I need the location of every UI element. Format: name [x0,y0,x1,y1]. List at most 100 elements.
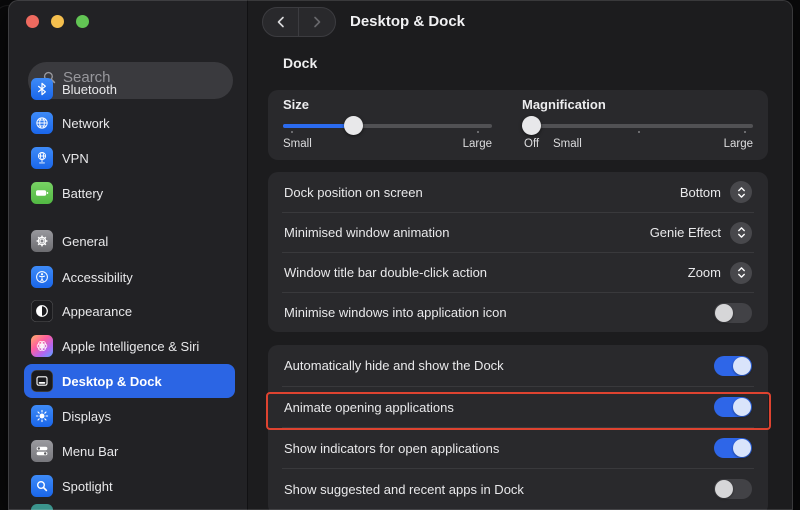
sidebar-item-label: Battery [62,185,104,201]
magnification-slider-group: Magnification Off Small Large [522,97,753,152]
row-label: Minimise windows into application icon [284,305,507,320]
chevron-right-icon [314,16,321,28]
sidebar-item-bluetooth[interactable]: Bluetooth [24,72,235,106]
titlebar-double-click-row: Window title bar double-click action Zoo… [282,252,754,292]
zoom-button[interactable] [76,15,89,28]
row-label: Show suggested and recent apps in Dock [284,481,524,497]
sidebar-item-network[interactable]: Network [24,106,235,140]
sidebar: Bluetooth Network VPN Battery General Ac… [8,0,248,510]
slider-tick [743,131,746,133]
sidebar-item-label: Apple Intelligence & Siri [62,338,200,354]
sidebar-item-desktop-and-dock[interactable]: Desktop & Dock [24,364,235,398]
dock-position-value: Bottom [679,184,721,200]
minimise-into-icon-toggle[interactable] [714,302,752,323]
titlebar-double-click-select[interactable] [730,261,752,284]
titlebar-double-click-value: Zoom [687,265,721,280]
size-slider[interactable] [283,116,492,136]
scale-label-large: Large [462,138,492,150]
show-suggested-apps-toggle[interactable] [714,479,752,499]
toggle-knob [733,439,751,457]
sidebar-item-label: Spotlight [62,478,113,494]
bluetooth-icon [31,78,53,100]
sidebar-item-battery[interactable]: Battery [24,176,235,210]
toggle-knob [733,356,751,375]
magnification-slider-scale: Off Small Large [522,138,753,152]
sidebar-item-label: VPN [62,150,89,166]
sidebar-item-label: Network [62,115,110,131]
show-indicators-row: Show indicators for open applications [282,427,754,468]
row-label: Minimised window animation [284,225,450,240]
slider-track[interactable] [522,124,753,128]
sidebar-item-label: Menu Bar [62,443,119,459]
sidebar-item-label: Desktop & Dock [62,373,162,389]
toggle-knob [715,303,733,322]
magnifier-icon [31,475,53,497]
globe-icon [31,112,53,134]
sidebar-item-menu-bar[interactable]: Menu Bar [24,434,235,468]
minimise-animation-select[interactable] [730,221,752,244]
appearance-contrast-icon [31,300,53,322]
back-button[interactable] [263,8,299,36]
close-button[interactable] [26,15,39,28]
row-label: Window title bar double-click action [284,265,488,280]
partially-visible-sidebar-icon [31,504,53,510]
row-label: Automatically hide and show the Dock [284,358,504,373]
sidebar-item-appearance[interactable]: Appearance [24,294,235,328]
row-label: Show indicators for open applications [284,440,500,456]
sidebar-item-displays[interactable]: Displays [24,399,235,433]
slider-thumb[interactable] [522,116,541,135]
size-slider-label: Size [283,97,310,112]
auto-hide-dock-row: Automatically hide and show the Dock [282,345,754,386]
sun-icon [31,405,53,427]
sidebar-item-label: Accessibility [62,269,133,285]
slider-tick [637,131,640,133]
scale-label-small: Small [283,138,312,150]
slider-tick [477,131,480,133]
dock-options-card: Dock position on screen Bottom Minimised… [268,172,768,332]
auto-hide-dock-toggle[interactable] [714,355,752,376]
sidebar-item-label: General [62,233,109,249]
content-pane: Desktop & Dock Dock Size Small Large Mag… [248,0,793,510]
size-slider-scale: Small Large [283,138,492,152]
history-navigation [262,7,336,37]
sidebar-item-vpn[interactable]: VPN [24,141,235,175]
minimise-animation-value: Genie Effect [649,225,721,240]
animate-opening-apps-toggle[interactable] [714,397,752,417]
traffic-lights [26,15,89,28]
siri-flower-icon [31,335,53,357]
show-indicators-toggle[interactable] [714,438,752,458]
sidebar-item-spotlight[interactable]: Spotlight [24,469,235,503]
gear-icon [31,230,53,252]
toggle-knob [733,398,751,416]
minimise-into-icon-row: Minimise windows into application icon [282,292,754,332]
chevron-up-down-icon [737,186,745,198]
slider-thumb[interactable] [343,116,363,135]
sidebar-item-general[interactable]: General [24,224,235,258]
accessibility-icon [31,266,53,288]
chevron-up-down-icon [737,227,745,238]
dock-position-select[interactable] [730,181,752,203]
scale-label-small: Small [553,138,582,150]
magnification-slider-label: Magnification [522,97,606,112]
row-label: Dock position on screen [284,184,423,200]
magnification-slider[interactable] [522,116,753,136]
battery-icon [31,182,53,204]
slider-tick [291,131,294,133]
desktop-dock-icon [31,370,53,392]
menu-bar-switches-icon [31,440,53,462]
sliders-card: Size Small Large Magnification Off Small… [268,90,768,160]
page-title: Desktop & Dock [350,13,466,30]
system-settings-window: Bluetooth Network VPN Battery General Ac… [8,0,793,510]
forward-button[interactable] [299,8,335,36]
scale-label-off: Off [524,138,540,150]
minimize-button[interactable] [51,15,64,28]
vpn-globe-icon [31,147,53,169]
dock-toggles-card: Automatically hide and show the Dock Ani… [268,345,768,510]
dock-position-row: Dock position on screen Bottom [282,172,754,212]
slider-fill [283,124,350,128]
chevron-up-down-icon [737,267,745,278]
section-title-dock: Dock [283,55,318,71]
row-label: Animate opening applications [284,399,454,415]
sidebar-item-accessibility[interactable]: Accessibility [24,260,235,294]
sidebar-item-apple-intelligence-siri[interactable]: Apple Intelligence & Siri [24,329,235,363]
